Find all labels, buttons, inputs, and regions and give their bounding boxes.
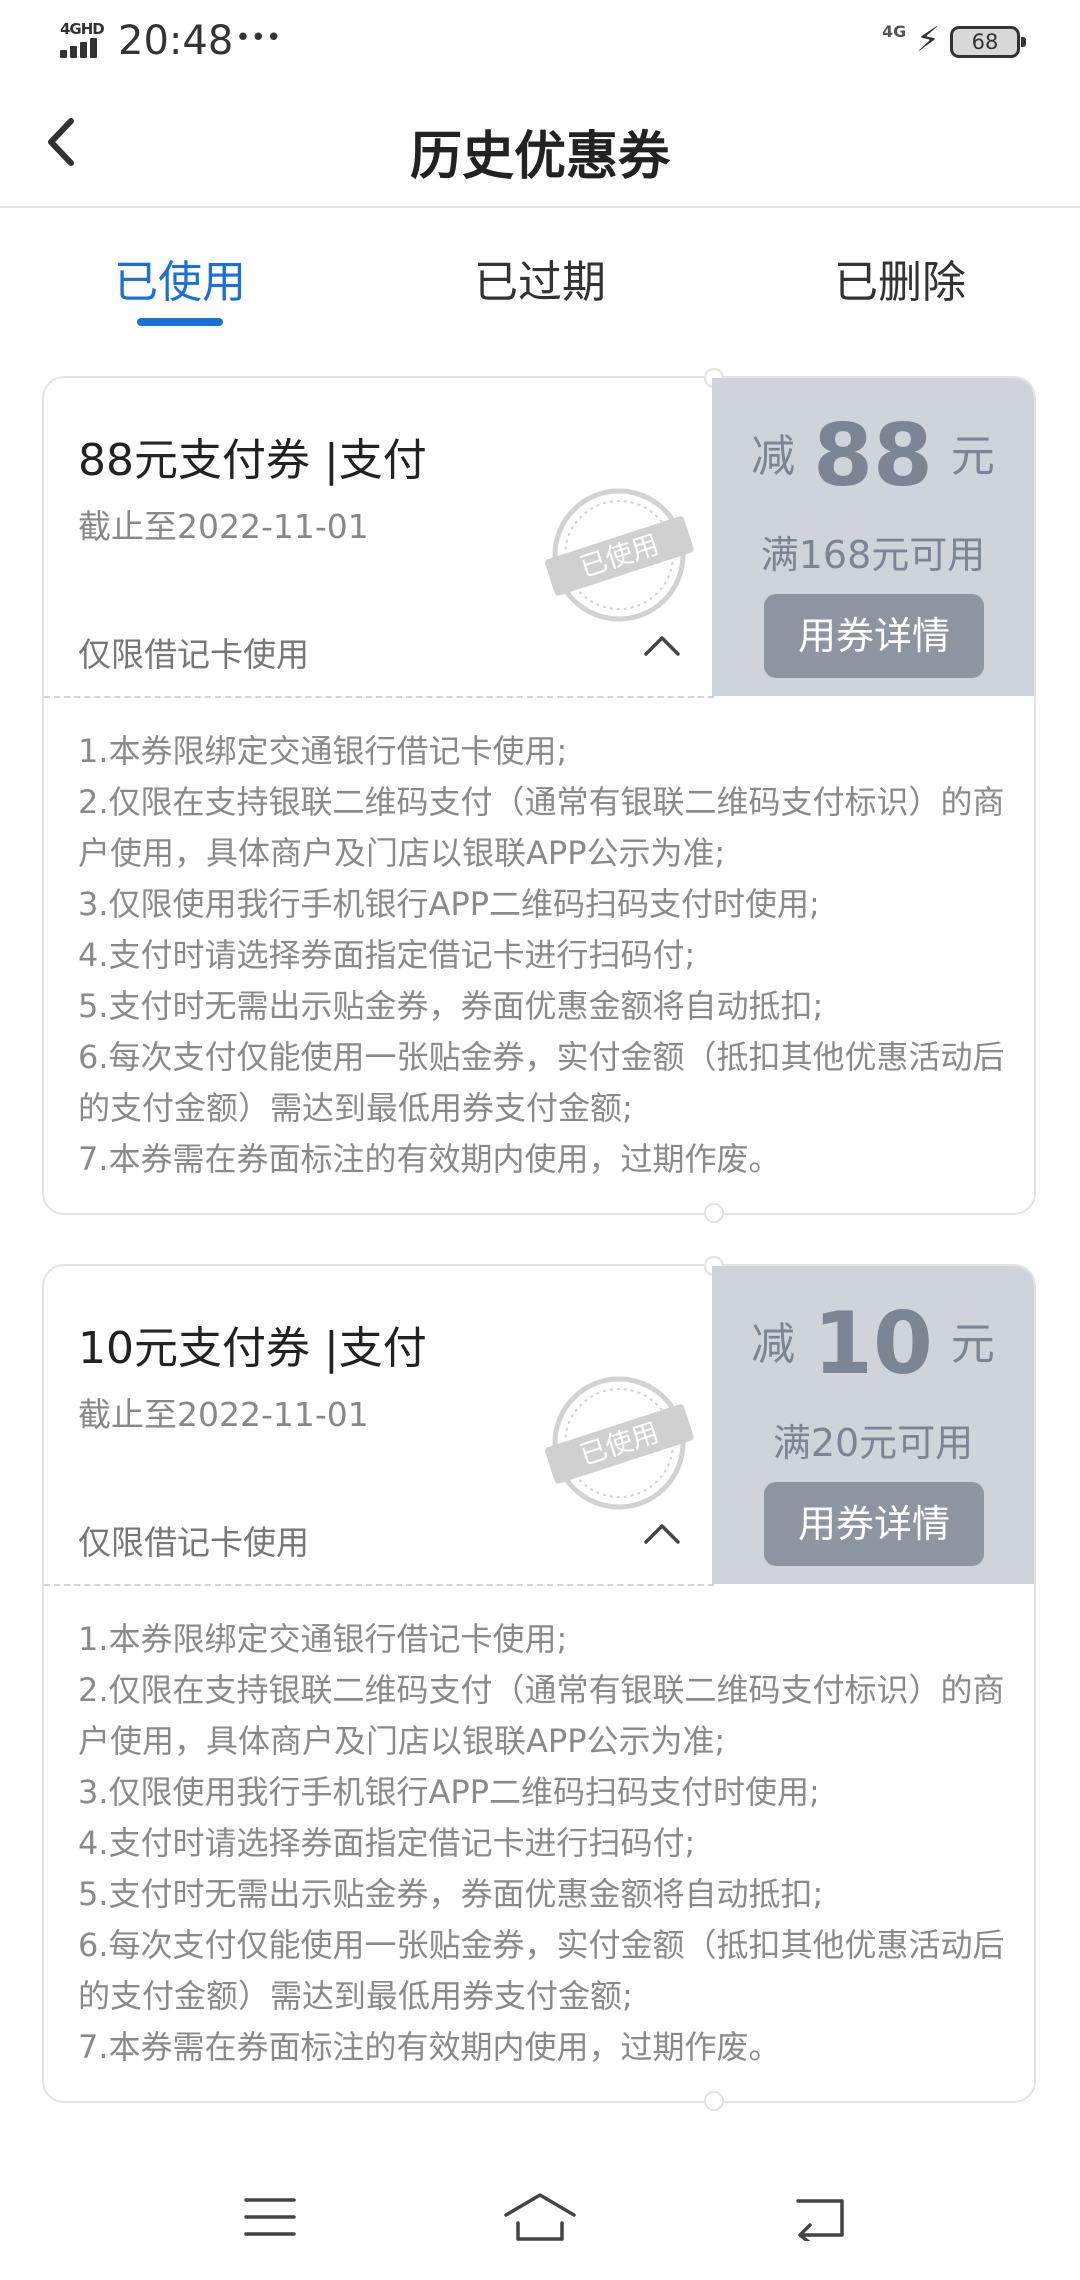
coupon-value-panel: 减 10 元 满20元可用 用券详情 — [712, 1266, 1034, 1584]
home-button[interactable] — [500, 2182, 580, 2252]
tab-expired[interactable]: 已过期 — [420, 246, 660, 310]
rule-item: 6.每次支付仅能使用一张贴金券，实付金额（抵扣其他优惠活动后的支付金额）需达到最… — [78, 1926, 1005, 2015]
rule-item: 3.仅限使用我行手机银行APP二维码扫码支付时使用; — [78, 1773, 820, 1811]
network-4g-icon: 4G — [882, 22, 907, 41]
tab-used[interactable]: 已使用 — [60, 246, 300, 310]
coupon-limit: 仅限借记卡使用 — [78, 635, 309, 674]
back-icon — [796, 2199, 844, 2241]
charging-icon: ⚡ — [916, 20, 940, 60]
page-title: 历史优惠券 — [409, 127, 670, 187]
tab-deleted[interactable]: 已删除 — [780, 246, 1020, 310]
discount-unit: 元 — [950, 431, 995, 482]
chevron-up-icon[interactable] — [642, 630, 682, 660]
rule-item: 7.本券需在券面标注的有效期内使用，过期作废。 — [78, 2028, 781, 2066]
active-tab-indicator — [137, 318, 223, 326]
coupon-value-panel: 减 88 元 满168元可用 用券详情 — [712, 378, 1034, 696]
chevron-up-icon[interactable] — [642, 1518, 682, 1548]
system-nav-bar — [0, 2160, 1080, 2280]
rule-item: 6.每次支付仅能使用一张贴金券，实付金额（抵扣其他优惠活动后的支付金额）需达到最… — [78, 1038, 1005, 1127]
network-type: 4GHD — [60, 20, 105, 38]
menu-icon — [244, 2198, 296, 2236]
rule-item: 7.本券需在券面标注的有效期内使用，过期作废。 — [78, 1140, 781, 1178]
card-notch — [704, 1203, 724, 1223]
discount-prefix: 减 — [751, 431, 796, 482]
discount-amount: 10 — [813, 1294, 933, 1394]
used-stamp-icon: 已使用 — [545, 1376, 694, 1510]
coupon-detail-button[interactable]: 用券详情 — [764, 1482, 984, 1566]
menu-button[interactable] — [230, 2182, 310, 2252]
dashed-divider — [44, 1584, 714, 1586]
coupon-threshold: 满20元可用 — [772, 1421, 974, 1465]
status-icons: 4G ⚡ 68 — [882, 20, 1026, 64]
home-icon — [504, 2193, 576, 2241]
card-notch — [704, 2091, 724, 2111]
coupon-discount: 减 88 元 — [712, 406, 1034, 506]
signal-icon: 4GHD — [60, 20, 106, 60]
coupon-threshold: 满168元可用 — [760, 533, 986, 577]
dashed-divider — [44, 696, 714, 698]
clock: 20:48••• — [118, 18, 282, 64]
coupon-rules: 1.本券限绑定交通银行借记卡使用; 2.仅限在支持银联二维码支付（通常有银联二维… — [44, 696, 1034, 1213]
discount-prefix: 减 — [751, 1319, 796, 1370]
coupon-expiry: 截止至2022-11-01 — [78, 507, 369, 546]
rule-item: 1.本券限绑定交通银行借记卡使用; — [78, 732, 568, 770]
status-bar: 4GHD 20:48••• 4G ⚡ 68 — [0, 0, 1080, 84]
battery-icon: 68 — [950, 26, 1026, 58]
coupon-discount: 减 10 元 — [712, 1294, 1034, 1394]
more-notifications-icon: ••• — [235, 23, 282, 53]
coupon-detail-button[interactable]: 用券详情 — [764, 594, 984, 678]
coupon-limit: 仅限借记卡使用 — [78, 1523, 309, 1562]
rule-item: 4.支付时请选择券面指定借记卡进行扫码付; — [78, 936, 696, 974]
coupon-card: 10元支付券 |支付 截止至2022-11-01 仅限借记卡使用 已使用 减 10… — [42, 1256, 1036, 2111]
rule-item: 2.仅限在支持银联二维码支付（通常有银联二维码支付标识）的商户使用，具体商户及门… — [78, 1671, 1005, 1760]
discount-unit: 元 — [950, 1319, 995, 1370]
back-nav-button[interactable] — [782, 2182, 862, 2252]
coupon-title: 10元支付券 |支付 — [78, 1323, 427, 1374]
coupon-title: 88元支付券 |支付 — [78, 435, 427, 486]
used-stamp-icon: 已使用 — [545, 488, 694, 622]
rule-item: 5.支付时无需出示贴金券，券面优惠金额将自动抵扣; — [78, 1875, 824, 1913]
tab-bar: 已使用 已过期 已删除 — [0, 210, 1080, 340]
coupon-card: 88元支付券 |支付 截止至2022-11-01 仅限借记卡使用 已使用 减 88… — [42, 368, 1036, 1223]
rule-item: 4.支付时请选择券面指定借记卡进行扫码付; — [78, 1824, 696, 1862]
discount-amount: 88 — [813, 406, 933, 506]
rule-item: 2.仅限在支持银联二维码支付（通常有银联二维码支付标识）的商户使用，具体商户及门… — [78, 783, 1005, 872]
coupon-expiry: 截止至2022-11-01 — [78, 1395, 369, 1434]
rule-item: 1.本券限绑定交通银行借记卡使用; — [78, 1620, 568, 1658]
rule-item: 5.支付时无需出示贴金券，券面优惠金额将自动抵扣; — [78, 987, 824, 1025]
app-header: 历史优惠券 — [0, 84, 1080, 208]
rule-item: 3.仅限使用我行手机银行APP二维码扫码支付时使用; — [78, 885, 820, 923]
coupon-rules: 1.本券限绑定交通银行借记卡使用; 2.仅限在支持银联二维码支付（通常有银联二维… — [44, 1584, 1034, 2101]
